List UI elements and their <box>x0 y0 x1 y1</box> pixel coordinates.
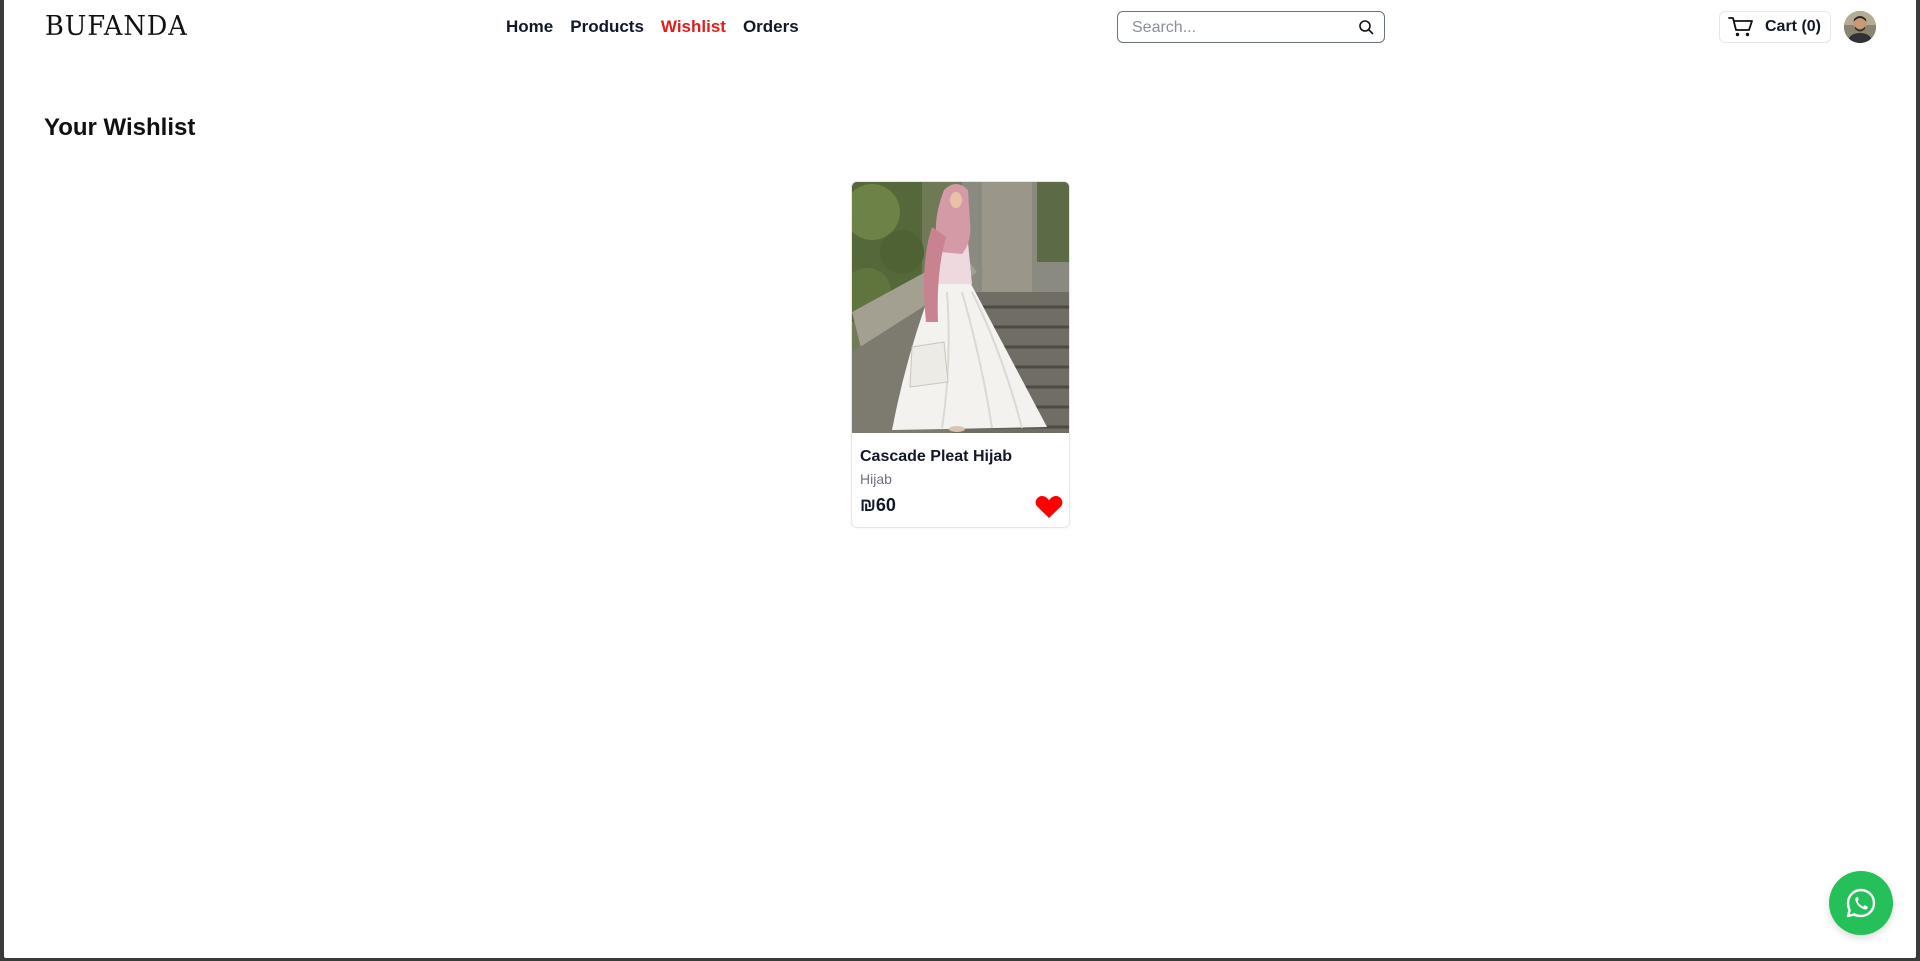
nav-products[interactable]: Products <box>570 17 644 37</box>
whatsapp-icon <box>1846 888 1876 918</box>
main-nav: Home Products Wishlist Orders <box>506 17 799 37</box>
product-image[interactable] <box>852 182 1070 433</box>
cart-icon <box>1728 17 1753 37</box>
product-price: ₪60 <box>860 495 896 515</box>
wishlist-product-card[interactable]: Cascade Pleat Hijab Hijab ₪60 <box>851 181 1070 528</box>
nav-wishlist[interactable]: Wishlist <box>661 17 726 37</box>
whatsapp-button[interactable] <box>1829 871 1893 935</box>
page: BUFANDA Home Products Wishlist Orders Ca… <box>4 0 1916 958</box>
logo[interactable]: BUFANDA <box>45 11 188 42</box>
avatar-icon <box>1844 11 1876 43</box>
user-avatar[interactable] <box>1844 11 1876 43</box>
search-input[interactable] <box>1130 17 1344 39</box>
search-icon[interactable] <box>1358 19 1374 35</box>
product-category: Hijab <box>860 471 892 487</box>
nav-orders[interactable]: Orders <box>743 17 799 37</box>
cart-label: Cart (0) <box>1765 18 1822 35</box>
product-name[interactable]: Cascade Pleat Hijab <box>860 448 1012 466</box>
page-title: Your Wishlist <box>44 114 196 141</box>
search-box <box>1117 11 1385 43</box>
nav-home[interactable]: Home <box>506 17 553 37</box>
heart-icon[interactable] <box>1035 495 1063 519</box>
header: BUFANDA Home Products Wishlist Orders Ca… <box>4 0 1916 54</box>
cart-button[interactable]: Cart (0) <box>1719 11 1831 43</box>
